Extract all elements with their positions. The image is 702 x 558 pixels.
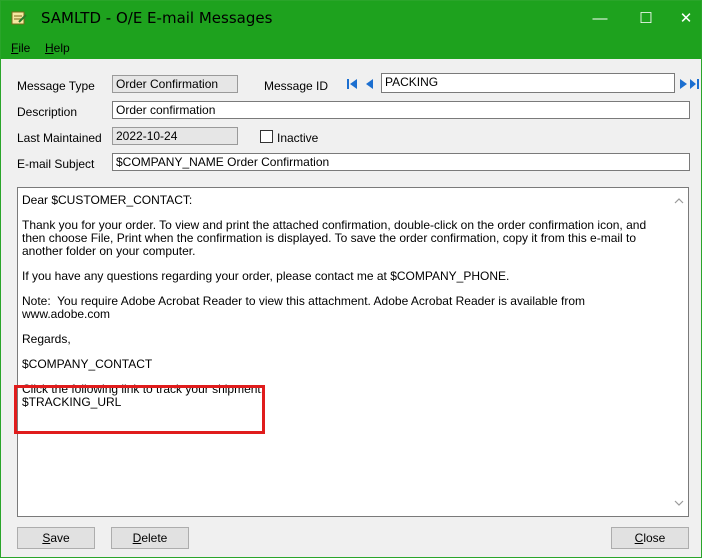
message-id-label: Message ID <box>264 79 329 93</box>
message-id-field[interactable]: PACKING <box>381 73 675 93</box>
body-paragraph: Dear $CUSTOMER_CONTACT: <box>22 193 193 207</box>
first-record-icon[interactable] <box>345 77 359 91</box>
body-paragraph: If you have any questions regarding your… <box>22 269 510 283</box>
email-subject-field[interactable]: $COMPANY_NAME Order Confirmation <box>112 153 690 171</box>
app-icon <box>11 11 27 25</box>
body-paragraph: Thank you for your order. To view and pr… <box>22 218 650 258</box>
description-label: Description <box>17 105 78 119</box>
next-record-icon[interactable] <box>678 77 688 91</box>
delete-button[interactable]: Delete <box>111 527 189 549</box>
inactive-label: Inactive <box>277 131 319 145</box>
save-button[interactable]: Save <box>17 527 95 549</box>
title-bar: SAMLTD - O/E E-mail Messages — ☐ ✕ <box>1 1 701 37</box>
description-field[interactable]: Order confirmation <box>112 101 690 119</box>
minimize-button[interactable]: — <box>577 5 623 33</box>
last-maintained-label: Last Maintained <box>17 131 102 145</box>
close-window-button[interactable]: ✕ <box>663 5 702 33</box>
message-body-textarea[interactable]: Dear $CUSTOMER_CONTACT: Thank you for yo… <box>17 187 689 517</box>
body-paragraph: Note: You require Adobe Acrobat Reader t… <box>22 294 589 321</box>
message-type-label: Message Type <box>17 79 95 93</box>
tracking-highlight-box <box>14 385 265 434</box>
message-type-field: Order Confirmation <box>112 75 238 93</box>
previous-record-icon[interactable] <box>363 77 375 91</box>
menu-help[interactable]: Help <box>45 41 70 55</box>
menu-file[interactable]: File <box>11 41 30 55</box>
body-paragraph: Regards, <box>22 332 71 346</box>
close-button[interactable]: Close <box>611 527 689 549</box>
scroll-down-icon[interactable] <box>672 496 686 510</box>
body-paragraph: $COMPANY_CONTACT <box>22 357 153 371</box>
menu-bar: File Help <box>1 37 701 59</box>
last-maintained-field: 2022-10-24 <box>112 127 238 145</box>
last-record-icon[interactable] <box>689 77 701 91</box>
window-title: SAMLTD - O/E E-mail Messages <box>41 9 273 27</box>
scroll-up-icon[interactable] <box>672 194 686 208</box>
email-subject-label: E-mail Subject <box>17 157 95 171</box>
app-window: SAMLTD - O/E E-mail Messages — ☐ ✕ File … <box>0 0 702 558</box>
inactive-checkbox[interactable] <box>260 130 273 143</box>
